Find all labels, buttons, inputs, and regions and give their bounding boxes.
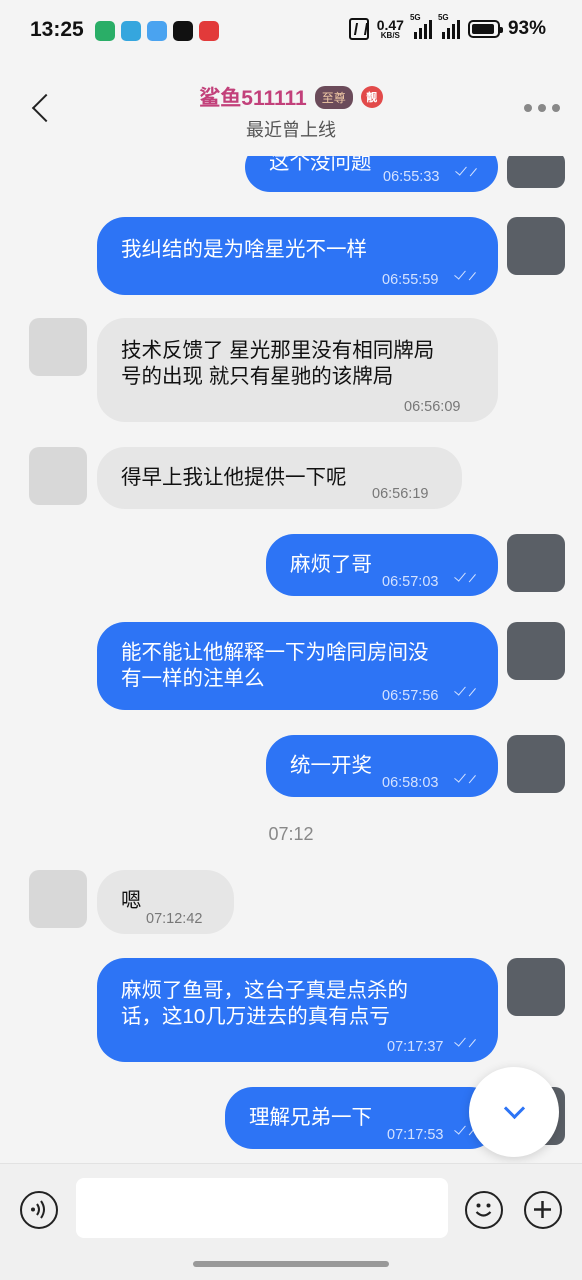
message-text: 嗯 — [121, 889, 142, 912]
tiktok-icon — [173, 21, 193, 41]
message-input[interactable] — [76, 1178, 448, 1238]
message-text: 麻烦了哥 — [290, 553, 372, 576]
message-bubble-outgoing[interactable]: 能不能让他解释一下为啥同房间没 有一样的注单么 06:57:56 — [97, 622, 498, 710]
pretty-number-badge: 靓 — [360, 86, 383, 108]
message-time: 07:12:42 — [146, 911, 203, 927]
scroll-to-bottom-button[interactable] — [469, 1067, 559, 1157]
message-time: 06:56:09 — [404, 399, 461, 415]
vip-badge: 至尊 — [314, 85, 353, 109]
nfc-icon — [348, 18, 369, 40]
message-time: 06:58:03 — [382, 775, 439, 791]
telegram-icon — [121, 21, 141, 41]
add-attachment-icon[interactable] — [524, 1191, 562, 1229]
message-text: 我纠结的是为啥星光不一样 — [121, 238, 367, 261]
avatar[interactable] — [507, 217, 565, 275]
emoji-icon[interactable] — [465, 1191, 503, 1229]
chat-header: 鲨鱼511111 至尊 靓 最近曾上线 — [0, 64, 582, 156]
avatar[interactable] — [29, 870, 87, 928]
message-text: 统一开奖 — [290, 754, 372, 777]
avatar[interactable] — [29, 318, 87, 376]
avatar[interactable] — [507, 735, 565, 793]
signal-icon: 5G — [410, 13, 432, 39]
avatar[interactable] — [507, 958, 565, 1016]
message-bubble-outgoing[interactable]: 我纠结的是为啥星光不一样 06:55:59 — [97, 217, 498, 295]
message-bubble-outgoing[interactable]: 麻烦了鱼哥，这台子真是点杀的 话，这10几万进去的真有点亏 07:17:37 — [97, 958, 498, 1062]
notification-icons — [95, 21, 219, 41]
status-bar: 13:25 0.47 KB/S 5G 5G 93% — [0, 0, 582, 64]
message-bubble-incoming[interactable]: 技术反馈了 星光那里没有相同牌局 号的出现 就只有星驰的该牌局 06:56:09 — [97, 318, 498, 422]
wechat-icon — [95, 21, 115, 41]
system-indicators: 0.47 KB/S 5G 5G 93% — [348, 13, 546, 40]
battery-percent: 93% — [507, 18, 546, 39]
message-bubble-incoming[interactable]: 得早上我让他提供一下呢 06:56:19 — [97, 447, 462, 509]
message-time: 06:57:03 — [382, 574, 439, 590]
voice-input-icon[interactable] — [20, 1191, 58, 1229]
avatar[interactable] — [29, 447, 87, 505]
read-receipt-icon — [454, 684, 476, 698]
read-receipt-icon — [454, 1035, 476, 1049]
contact-name[interactable]: 鲨鱼511111 — [199, 82, 306, 112]
time-divider: 07:12 — [268, 824, 314, 844]
read-receipt-icon — [454, 268, 476, 282]
contact-title[interactable]: 鲨鱼511111 至尊 靓 — [0, 82, 582, 112]
message-time: 06:56:19 — [372, 486, 429, 502]
more-options-icon[interactable] — [524, 104, 560, 112]
weather-icon — [147, 21, 167, 41]
app-red-icon — [199, 21, 219, 41]
message-text: 技术反馈了 星光那里没有相同牌局 号的出现 就只有星驰的该牌局 — [121, 339, 435, 388]
read-receipt-icon — [454, 570, 476, 584]
home-indicator[interactable] — [193, 1261, 389, 1267]
message-bubble-outgoing[interactable]: 这个没问题 06:55:33 — [245, 156, 498, 192]
message-list[interactable]: 这个没问题 06:55:33 我纠结的是为啥星光不一样 06:55:59 技术反… — [0, 156, 582, 1163]
signal-icon-2: 5G — [438, 13, 460, 39]
message-text: 理解兄弟一下 — [249, 1106, 372, 1129]
message-text: 麻烦了鱼哥，这台子真是点杀的 话，这10几万进去的真有点亏 — [121, 979, 408, 1028]
read-receipt-icon — [454, 771, 476, 785]
message-time: 07:17:53 — [387, 1127, 444, 1143]
message-time: 06:55:59 — [382, 272, 439, 288]
message-bubble-outgoing[interactable]: 统一开奖 06:58:03 — [266, 735, 498, 797]
clock: 13:25 — [30, 18, 84, 41]
avatar[interactable] — [507, 534, 565, 592]
message-time: 06:55:33 — [383, 169, 440, 185]
network-speed: 0.47 KB/S — [376, 17, 404, 40]
read-receipt-icon — [455, 164, 477, 178]
message-bubble-incoming[interactable]: 嗯 07:12:42 — [97, 870, 234, 934]
online-status: 最近曾上线 — [246, 120, 336, 140]
avatar[interactable] — [507, 156, 565, 188]
message-time: 07:17:37 — [387, 1039, 444, 1055]
message-bubble-outgoing[interactable]: 麻烦了哥 06:57:03 — [266, 534, 498, 596]
avatar[interactable] — [507, 622, 565, 680]
message-bubble-outgoing[interactable]: 理解兄弟一下 07:17:53 — [225, 1087, 498, 1149]
message-time: 06:57:56 — [382, 688, 439, 704]
battery-icon — [467, 20, 503, 38]
message-text: 得早上我让他提供一下呢 — [121, 466, 347, 489]
message-text: 这个没问题 — [269, 156, 372, 174]
